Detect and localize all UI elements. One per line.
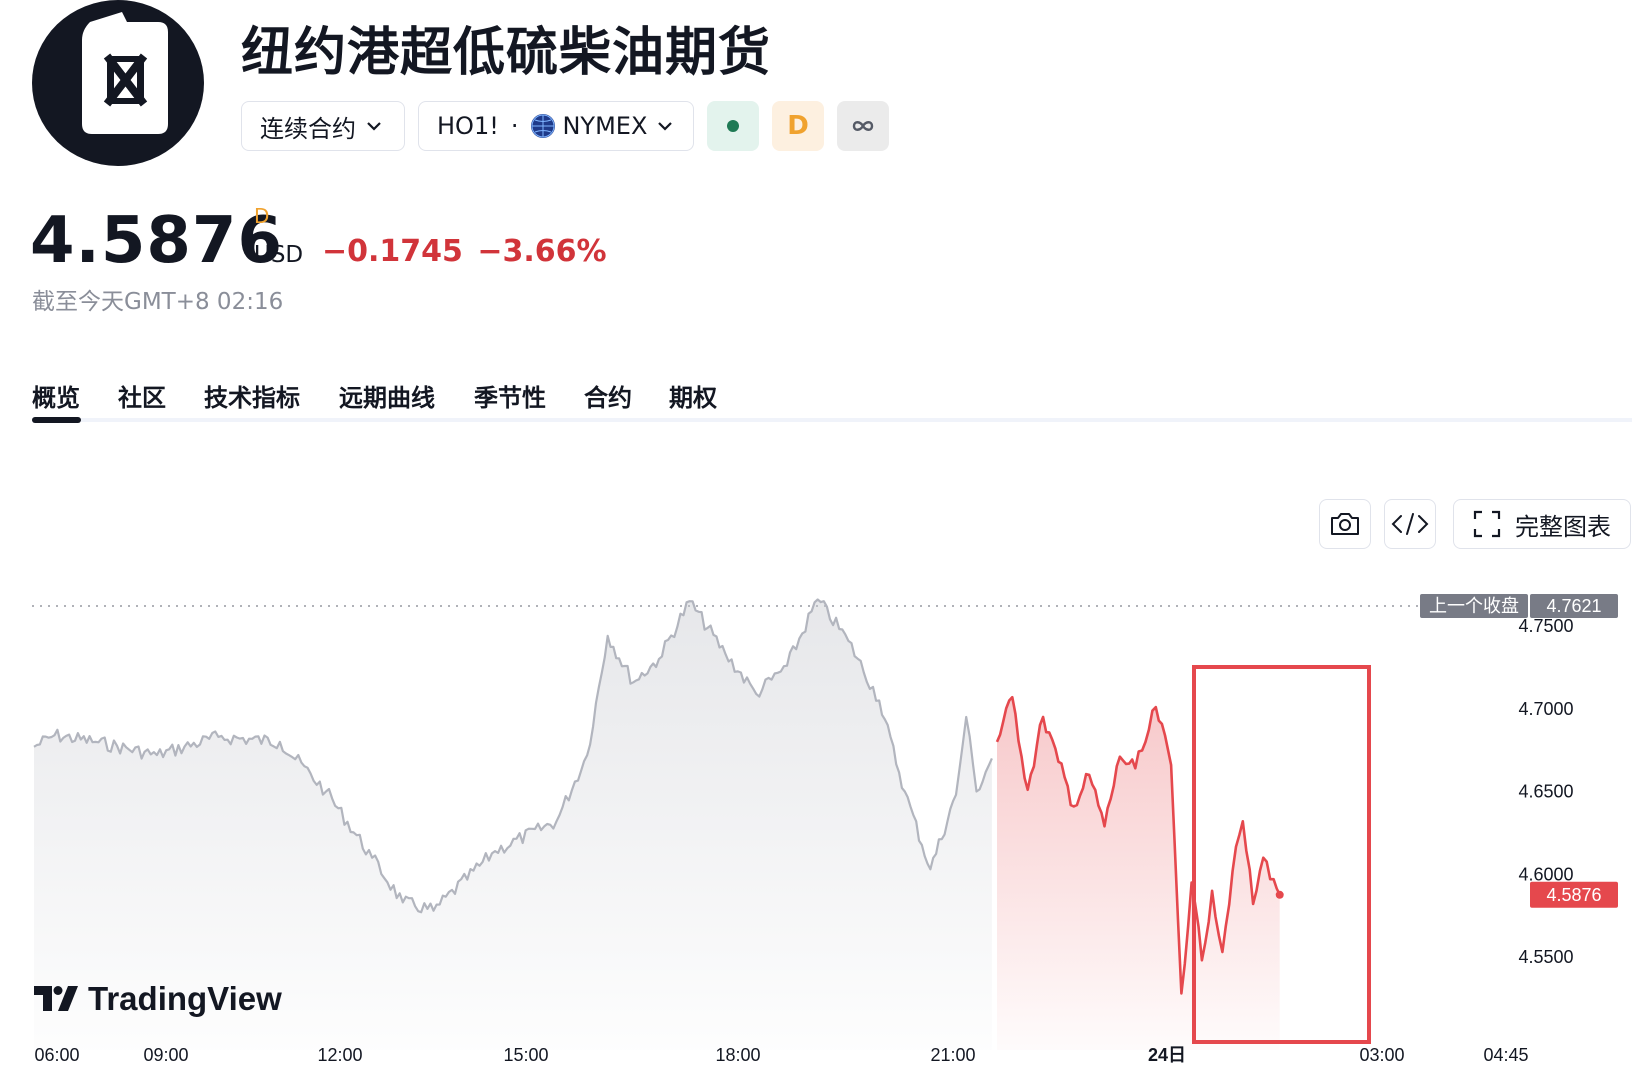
delay-flag: D [254,204,270,228]
tradingview-wordmark: TradingView [88,980,282,1017]
instrument-title: 纽约港超低硫柴油期货 [241,23,772,83]
y-tick-label: 4.5500 [1518,947,1573,967]
full-chart-label: 完整图表 [1515,512,1611,541]
last-price-tag-value: 4.5876 [1546,885,1601,905]
price-change: −0.1745 −3.66% [322,234,607,269]
camera-icon [1331,513,1359,535]
x-tick-label: 06:00 [34,1045,79,1065]
tab-active-indicator [32,417,81,423]
previous-close-value: 4.7621 [1546,596,1601,616]
current-session-series-area [997,697,1280,1050]
x-tick-label: 15:00 [503,1045,548,1065]
fuel-can-icon [82,12,168,134]
expand-icon [1473,510,1501,538]
x-tick-label: 04:45 [1483,1045,1528,1065]
chevron-down-icon [367,122,381,131]
tradingview-logo-icon [34,986,78,1011]
x-tick-label: 12:00 [317,1045,362,1065]
chevron-down-icon [658,122,673,131]
symbol-label: HO1! [437,112,499,140]
globe-icon [531,114,556,138]
y-tick-label: 4.7000 [1518,699,1573,719]
instrument-logo [32,0,204,166]
tab-contracts[interactable]: 合约 [584,378,632,413]
market-status-badge[interactable] [707,101,759,151]
section-tabs: 概览 社区 技术指标 远期曲线 季节性 合约 期权 [32,378,1632,424]
y-tick-label: 4.6500 [1518,782,1573,802]
tab-seasonals[interactable]: 季节性 [474,378,546,413]
x-tick-label: 09:00 [143,1045,188,1065]
x-tick-label: 03:00 [1359,1045,1404,1065]
tab-forward-curve[interactable]: 远期曲线 [339,378,435,413]
code-icon [1391,513,1429,535]
x-tick-label: 24日 [1148,1045,1186,1065]
change-percent: −3.66% [477,234,607,269]
symbol-separator: · [510,112,519,140]
snapshot-button[interactable] [1319,499,1371,549]
full-chart-button[interactable]: 完整图表 [1453,499,1631,549]
market-open-dot-icon [727,120,739,132]
currency-label: USD [254,242,304,268]
tab-technicals[interactable]: 技术指标 [204,378,300,413]
contract-type-dropdown[interactable]: 连续合约 [241,101,405,151]
change-value: −0.1745 [322,234,463,269]
continuous-badge[interactable] [837,101,889,151]
tab-community[interactable]: 社区 [118,378,166,413]
delayed-badge-label: D [787,111,809,141]
previous-close-label: 上一个收盘 [1429,596,1519,616]
contract-type-label: 连续合约 [260,114,356,143]
infinity-icon [852,121,874,131]
symbol-exchange-dropdown[interactable]: HO1! · NYMEX [418,101,694,151]
last-price-dot [1275,890,1284,899]
tab-options[interactable]: 期权 [669,378,717,413]
x-tick-label: 18:00 [715,1045,760,1065]
as-of-timestamp: 截至今天GMT+8 02:16 [32,289,284,315]
embed-button[interactable] [1384,499,1436,549]
y-tick-label: 4.6000 [1518,864,1573,884]
tab-overview[interactable]: 概览 [32,378,80,413]
y-tick-label: 4.7500 [1518,616,1573,636]
x-tick-label: 21:00 [930,1045,975,1065]
last-price: 4.5876 [30,204,283,278]
tradingview-watermark: TradingView [34,980,282,1018]
exchange-label: NYMEX [562,112,648,140]
delayed-data-badge[interactable]: D [772,101,824,151]
